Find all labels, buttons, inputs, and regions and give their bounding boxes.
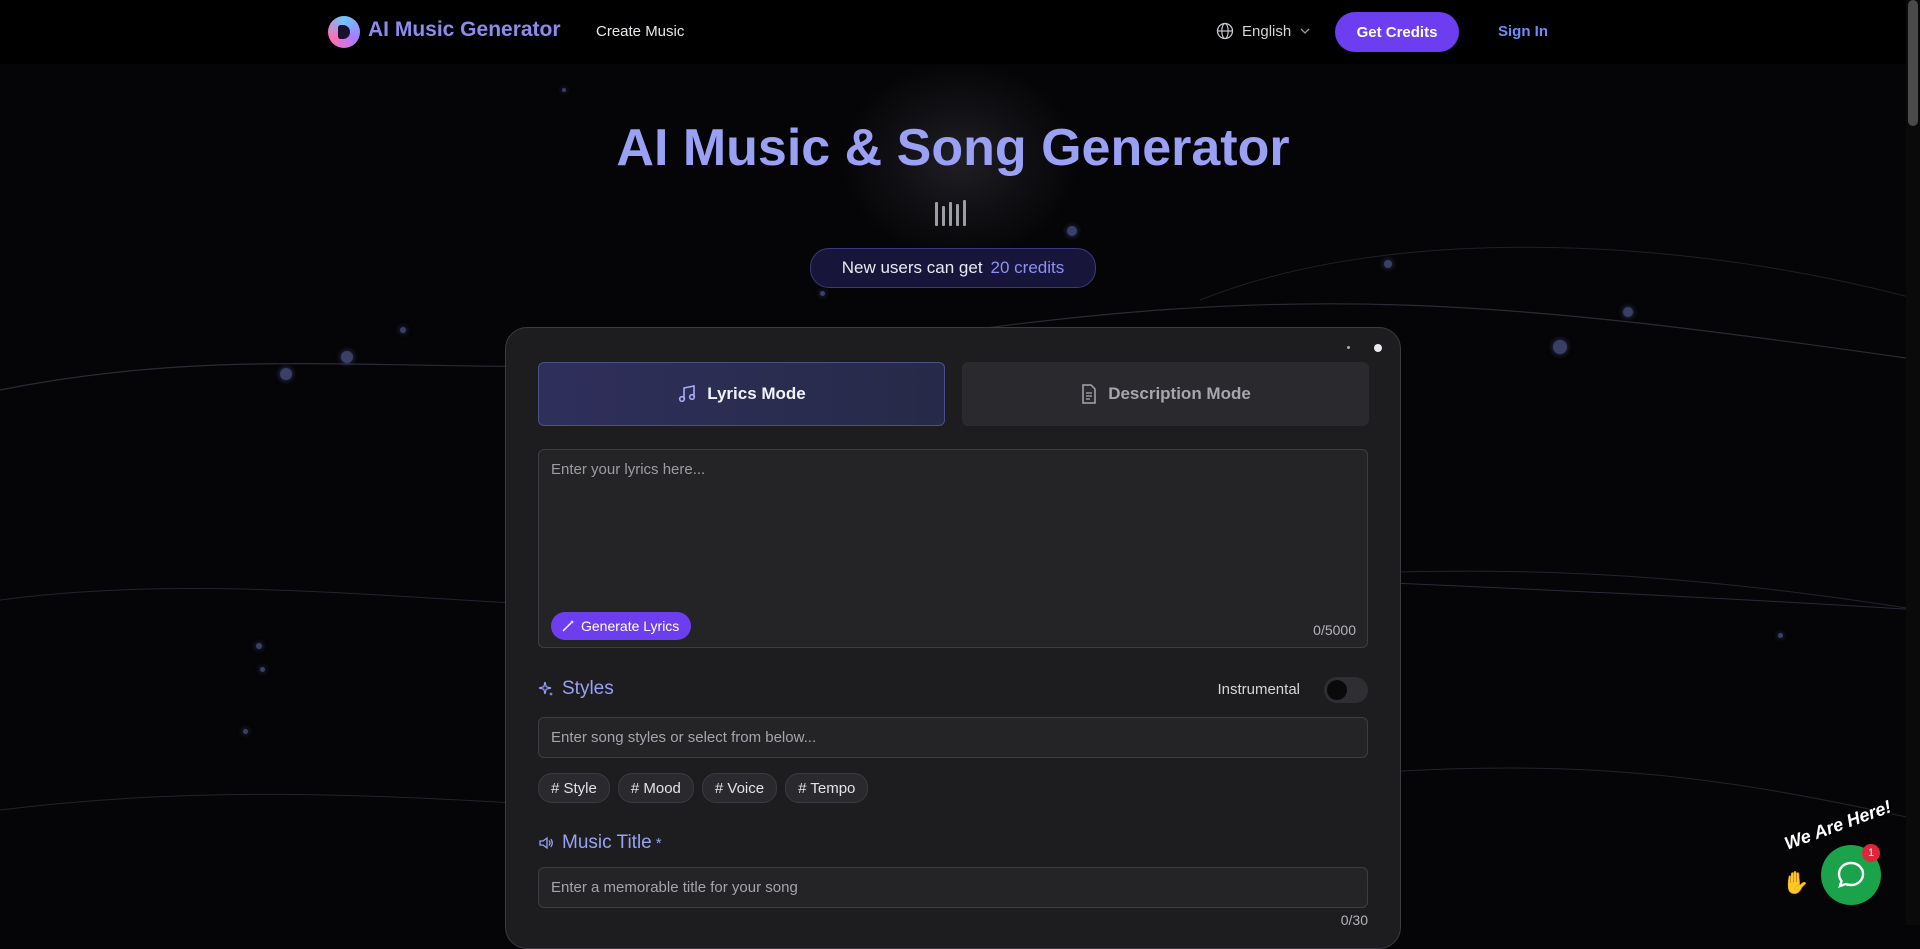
background-particle [280, 368, 292, 380]
language-selector[interactable]: English [1216, 22, 1311, 40]
sparkles-icon [538, 681, 553, 696]
background-particle [1384, 260, 1392, 268]
generate-lyrics-label: Generate Lyrics [581, 618, 680, 634]
background-particle [1623, 307, 1633, 317]
tab-lyrics-mode[interactable]: Lyrics Mode [538, 362, 945, 426]
chip-mood[interactable]: # Mood [617, 773, 694, 803]
tab-description-mode[interactable]: Description Mode [962, 362, 1369, 426]
background-particle [1067, 226, 1077, 236]
background-particle [256, 643, 262, 649]
background-particle [562, 88, 566, 92]
audio-bars-icon [935, 200, 966, 226]
styles-placeholder: Enter song styles or select from below..… [551, 729, 817, 746]
waving-hand-icon: ✋ [1782, 870, 1810, 895]
chip-style[interactable]: # Style [538, 773, 610, 803]
globe-icon [1216, 22, 1234, 40]
credits-promo-badge: New users can get 20 credits [810, 248, 1096, 288]
scrollbar-thumb[interactable] [1908, 0, 1918, 126]
chat-bubble-icon [1837, 861, 1865, 888]
style-chips: # Style # Mood # Voice # Tempo [538, 773, 869, 803]
generator-card: Lyrics Mode Description Mode Enter your … [505, 327, 1401, 949]
background-particle [1553, 340, 1567, 354]
background-particle [341, 351, 353, 363]
background-particle [1778, 633, 1783, 638]
magic-wand-icon [562, 620, 574, 632]
page-scrollbar[interactable] [1906, 0, 1920, 925]
lyrics-textarea[interactable]: Enter your lyrics here... Generate Lyric… [538, 449, 1368, 648]
background-particle [243, 729, 248, 734]
page-title: AI Music & Song Generator [616, 119, 1290, 177]
speaker-icon [539, 836, 553, 850]
get-credits-button[interactable]: Get Credits [1335, 12, 1459, 52]
brand-name[interactable]: AI Music Generator [368, 18, 561, 42]
chip-voice[interactable]: # Voice [701, 773, 778, 803]
music-note-icon [679, 385, 696, 403]
lyrics-placeholder: Enter your lyrics here... [551, 461, 706, 478]
top-header: AI Music Generator Create Music English … [0, 0, 1920, 64]
generate-lyrics-button[interactable]: Generate Lyrics [551, 612, 692, 640]
styles-heading-label: Styles [562, 678, 614, 699]
styles-heading: Styles [538, 678, 614, 700]
lyrics-char-counter: 0/5000 [1313, 622, 1356, 638]
card-indicator-dot [1374, 344, 1382, 352]
chip-tempo[interactable]: # Tempo [785, 773, 869, 803]
language-label: English [1242, 22, 1292, 40]
background-particle [400, 327, 406, 333]
card-indicator-dot [1347, 346, 1350, 349]
nav-create-music[interactable]: Create Music [596, 23, 684, 40]
styles-input[interactable]: Enter song styles or select from below..… [538, 717, 1368, 758]
background-particle [260, 667, 265, 672]
promo-credits: 20 credits [990, 258, 1065, 277]
music-title-input[interactable]: Enter a memorable title for your song [538, 867, 1368, 908]
instrumental-label: Instrumental [1217, 681, 1300, 698]
required-mark: * [655, 834, 662, 852]
chevron-down-icon [1300, 28, 1310, 34]
instrumental-toggle[interactable] [1324, 677, 1368, 703]
sign-in-link[interactable]: Sign In [1498, 23, 1548, 40]
chat-notification-badge: 1 [1862, 844, 1880, 862]
music-title-label: Music Title [562, 832, 652, 853]
music-title-heading: Music Title * [538, 832, 662, 854]
brand-logo-icon[interactable] [328, 16, 360, 48]
tab-description-label: Description Mode [1108, 384, 1251, 403]
tab-lyrics-label: Lyrics Mode [707, 384, 806, 403]
title-char-counter: 0/30 [1340, 912, 1368, 928]
document-icon [1082, 384, 1096, 404]
background-particle [820, 291, 825, 296]
music-title-placeholder: Enter a memorable title for your song [551, 879, 798, 896]
promo-text: New users can get [841, 258, 983, 277]
